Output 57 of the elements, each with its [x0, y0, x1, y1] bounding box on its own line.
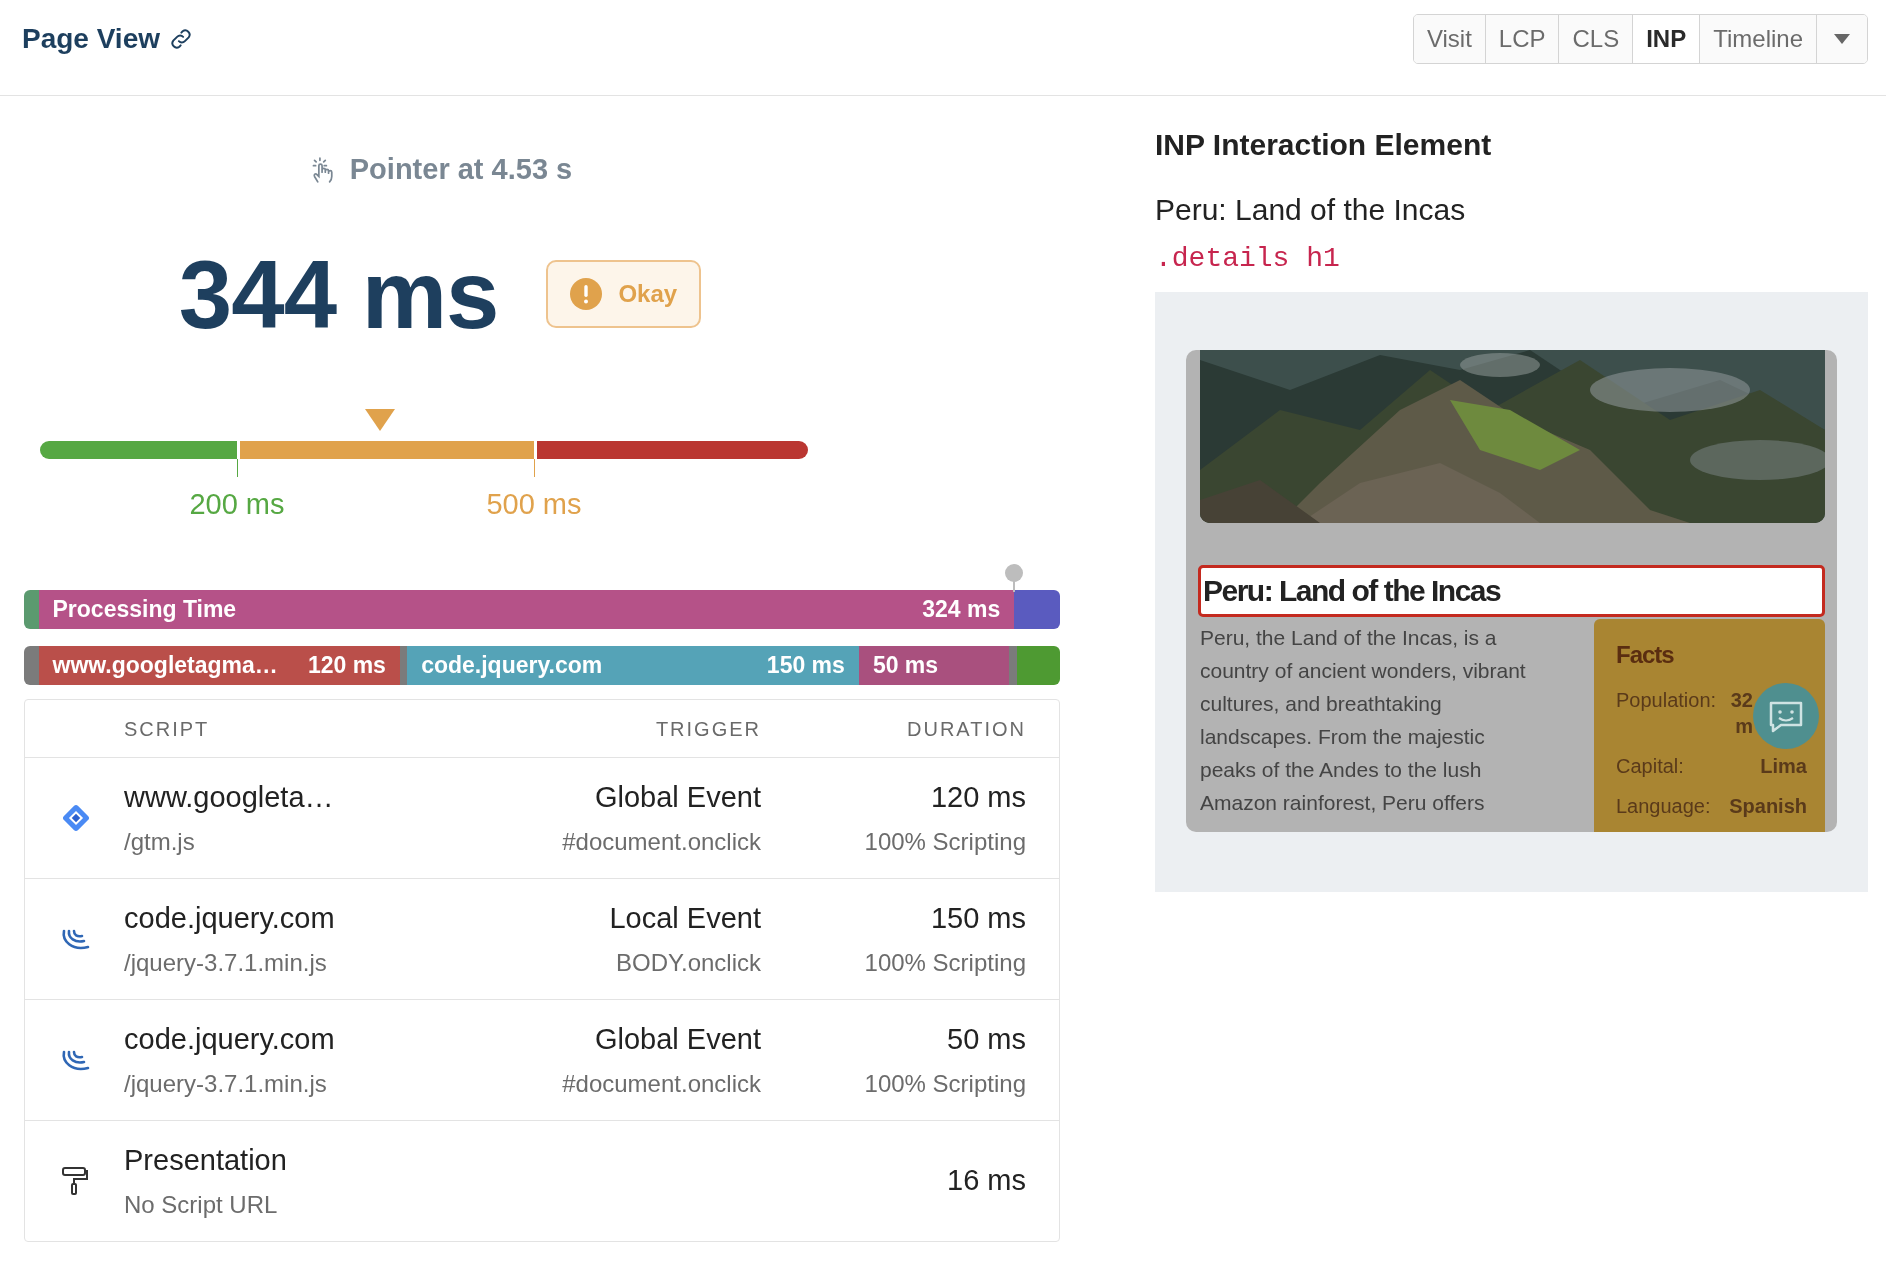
script-name: Presentation	[124, 1143, 288, 1179]
threshold-label: 200 ms	[189, 487, 285, 523]
script-path: /jquery-3.7.1.min.js	[124, 947, 328, 978]
duration-value: 120 ms	[929, 780, 1026, 816]
duration-detail: 100% Scripting	[863, 826, 1026, 857]
column-header: SCRIPT	[124, 716, 211, 742]
trigger-detail: #document.onclick	[561, 826, 761, 857]
duration-value: 150 ms	[929, 901, 1026, 937]
script-path: No Script URL	[124, 1189, 279, 1220]
script-name: code.jquery.com	[124, 901, 336, 937]
script-name: code.jquery.com	[124, 1022, 336, 1058]
tab[interactable]: INP	[1633, 14, 1701, 63]
threshold-label: 500 ms	[486, 487, 582, 523]
script-path: /gtm.js	[124, 826, 196, 857]
fact-value: m	[1734, 714, 1753, 739]
facts-title: Facts	[1616, 640, 1675, 670]
trigger-name: Global Event	[593, 780, 761, 816]
trigger-name: Global Event	[593, 1022, 761, 1058]
fact-label: Population:	[1616, 688, 1717, 713]
duration-detail: 100% Scripting	[863, 1068, 1026, 1099]
metric-value: 344 ms	[178, 241, 499, 348]
column-header: DURATION	[906, 716, 1026, 742]
fact-label: Capital:	[1616, 754, 1684, 779]
trigger-name: Local Event	[608, 901, 761, 937]
preview-heading: Peru: Land of the Incas	[1198, 565, 1825, 617]
tab[interactable]: Visit	[1413, 14, 1486, 63]
column-header: TRIGGER	[654, 716, 761, 742]
segment-value: 50 ms	[872, 651, 939, 681]
segment-label: www.googletagma…	[52, 651, 278, 681]
element-text: Peru: Land of the Incas	[1155, 192, 1467, 228]
fact-value: Spanish	[1729, 794, 1807, 819]
segment-label: Processing Time	[52, 595, 237, 625]
paint-roller-icon	[60, 1165, 90, 1198]
rating-label: Okay	[618, 279, 678, 310]
duration-value: 50 ms	[946, 1022, 1026, 1058]
section-title: INP Interaction Element	[1155, 127, 1493, 163]
fact-label: Language:	[1616, 794, 1711, 819]
duration-detail: 100% Scripting	[863, 947, 1026, 978]
segment-label: code.jquery.com	[421, 651, 603, 681]
caret-icon	[1834, 34, 1850, 45]
trigger-detail: BODY.onclick	[615, 947, 761, 978]
fact-value: Lima	[1760, 754, 1807, 779]
fact-value: 32	[1730, 688, 1753, 713]
css-selector: .details h1	[1155, 242, 1341, 276]
script-name: www.googleta…	[124, 780, 335, 816]
segment-value: 324 ms	[922, 595, 1001, 625]
segment-value: 150 ms	[766, 651, 845, 681]
exclamation-icon	[570, 278, 603, 311]
chat-icon	[1753, 683, 1819, 749]
trigger-label: Pointer at 4.53 s	[349, 152, 573, 187]
script-path: /jquery-3.7.1.min.js	[124, 1068, 328, 1099]
segment-value: 120 ms	[307, 651, 386, 681]
page-title: Page View	[22, 21, 160, 56]
preview-paragraph: Peru, the Land of the Incas, is a country of ancient wonders, vibrant cultures, and breathtaking landscapes. From the majestic peaks of the Andes to the lush Amazon rainforest, Peru offers	[1200, 625, 1527, 816]
pin-icon	[1004, 564, 1025, 593]
duration-value: 16 ms	[946, 1163, 1026, 1199]
trigger-detail: #document.onclick	[561, 1068, 761, 1099]
